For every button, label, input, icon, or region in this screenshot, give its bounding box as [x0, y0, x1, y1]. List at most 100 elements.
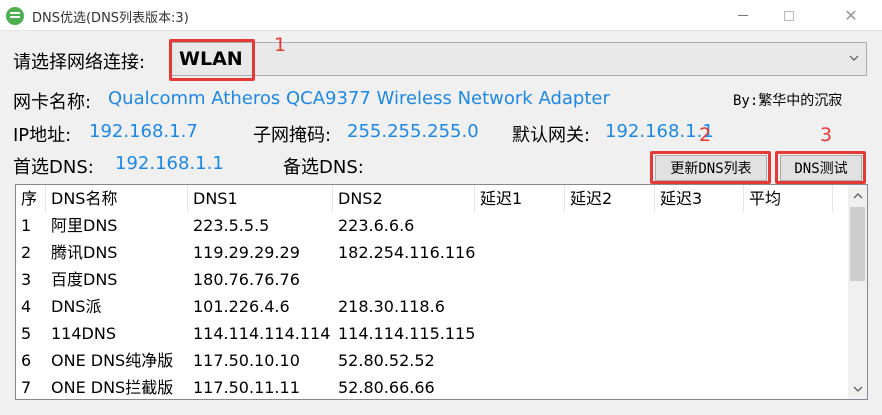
cell-dns2: 52.80.52.52: [338, 351, 435, 370]
table-row[interactable]: 2 腾讯DNS 119.29.29.29 182.254.116.116: [16, 239, 846, 266]
maximize-button[interactable]: [766, 0, 812, 31]
cell-dns2: 218.30.118.6: [338, 297, 445, 316]
cell-latency3: [655, 374, 744, 399]
cell-latency1: [475, 239, 565, 266]
cell-latency3: [655, 212, 744, 239]
cell-latency3: [655, 266, 744, 293]
title-bar: DNS优选(DNS列表版本:3) ✕: [0, 0, 882, 31]
vertical-scrollbar[interactable]: [848, 185, 867, 399]
cell-dns1: 180.76.76.76: [193, 270, 300, 289]
cell-dns1: 119.29.29.29: [193, 243, 300, 262]
scroll-down-button[interactable]: [848, 380, 867, 397]
list-header: 序 DNS名称 DNS1 DNS2 延迟1 延迟2 延迟3 平均: [16, 185, 846, 212]
table-row[interactable]: 7 ONE DNS拦截版 117.50.11.11 52.80.66.66: [16, 374, 846, 399]
cell-average: [744, 347, 833, 374]
connection-label: 请选择网络连接:: [13, 52, 146, 73]
cell-latency1: [475, 320, 565, 347]
cell-name: ONE DNS纯净版: [51, 351, 174, 370]
primary-dns-value: 192.168.1.1: [115, 153, 224, 174]
cell-name: 阿里DNS: [51, 216, 118, 235]
cell-dns1: 223.5.5.5: [193, 216, 270, 235]
table-row[interactable]: 6 ONE DNS纯净版 117.50.10.10 52.80.52.52: [16, 347, 846, 374]
annotation-box-1: [169, 39, 255, 81]
cell-latency2: [565, 347, 655, 374]
ip-label: IP地址:: [13, 125, 72, 146]
cell-latency1: [475, 266, 565, 293]
cell-latency2: [565, 239, 655, 266]
cell-latency3: [655, 320, 744, 347]
cell-dns1: 117.50.10.10: [193, 351, 300, 370]
cell-name: 腾讯DNS: [51, 243, 118, 262]
cell-name: 百度DNS: [51, 270, 118, 289]
cell-dns2: [333, 266, 475, 293]
cell-name: ONE DNS拦截版: [51, 378, 174, 397]
cell-average: [744, 293, 833, 320]
cell-latency3: [655, 293, 744, 320]
annotation-number-1: 1: [274, 34, 287, 56]
cell-average: [744, 239, 833, 266]
annotation-number-2: 2: [699, 124, 712, 146]
close-button[interactable]: ✕: [828, 0, 874, 31]
cell-average: [744, 212, 833, 239]
cell-latency1: [475, 347, 565, 374]
column-header-average[interactable]: 平均: [744, 185, 833, 212]
table-row[interactable]: 4 DNS派 101.226.4.6 218.30.118.6: [16, 293, 846, 320]
subnet-mask-value: 255.255.255.0: [347, 121, 479, 142]
cell-dns2: 52.80.66.66: [338, 378, 435, 397]
cell-dns2: 182.254.116.116: [338, 243, 475, 262]
cell-index: 2: [21, 243, 32, 262]
ip-value: 192.168.1.7: [89, 121, 198, 142]
cell-average: [744, 320, 833, 347]
dns-list[interactable]: 序 DNS名称 DNS1 DNS2 延迟1 延迟2 延迟3 平均 1 阿里DNS 2…: [15, 184, 868, 400]
column-header-dns1[interactable]: DNS1: [188, 185, 333, 212]
cell-latency1: [475, 374, 565, 399]
cell-index: 6: [21, 351, 32, 370]
cell-dns2: 223.6.6.6: [338, 216, 415, 235]
window-title: DNS优选(DNS列表版本:3): [32, 11, 189, 26]
column-header-latency3[interactable]: 延迟3: [655, 185, 744, 212]
primary-dns-label: 首选DNS:: [13, 157, 94, 178]
cell-index: 1: [21, 216, 32, 235]
adapter-label: 网卡名称:: [13, 92, 92, 113]
cell-latency1: [475, 293, 565, 320]
cell-latency1: [475, 212, 565, 239]
cell-latency3: [655, 239, 744, 266]
annotation-number-3: 3: [820, 124, 833, 146]
column-header-dns2[interactable]: DNS2: [333, 185, 475, 212]
minimize-button[interactable]: [720, 0, 766, 31]
maximize-icon: [784, 10, 794, 21]
cell-index: 5: [21, 324, 32, 343]
cell-latency2: [565, 320, 655, 347]
cell-index: 7: [21, 378, 32, 397]
cell-dns1: 101.226.4.6: [193, 297, 290, 316]
scroll-up-button[interactable]: [848, 187, 867, 204]
minimize-icon: [738, 15, 748, 16]
cell-latency2: [565, 212, 655, 239]
annotation-box-3: [775, 151, 866, 184]
cell-index: 4: [21, 297, 32, 316]
column-header-index[interactable]: 序: [16, 185, 46, 212]
table-row[interactable]: 5 114DNS 114.114.114.114 114.114.115.115: [16, 320, 846, 347]
secondary-dns-label: 备选DNS:: [283, 157, 364, 178]
column-header-latency2[interactable]: 延迟2: [565, 185, 655, 212]
cell-name: 114DNS: [51, 324, 116, 343]
chevron-up-icon: [853, 192, 862, 198]
cell-dns1: 117.50.11.11: [193, 378, 300, 397]
annotation-box-2: [650, 151, 771, 184]
close-icon: ✕: [844, 6, 858, 25]
cell-latency3: [655, 347, 744, 374]
gateway-label: 默认网关:: [512, 125, 591, 146]
column-header-latency1[interactable]: 延迟1: [475, 185, 565, 212]
cell-latency2: [565, 266, 655, 293]
cell-dns1: 114.114.114.114: [193, 324, 331, 343]
gateway-value: 192.168.1.1: [605, 121, 714, 142]
column-header-name[interactable]: DNS名称: [46, 185, 188, 212]
author-credit: By:繁华中的沉寂: [733, 93, 843, 109]
scrollbar-thumb[interactable]: [850, 207, 865, 281]
cell-average: [744, 266, 833, 293]
subnet-mask-label: 子网掩码:: [253, 125, 332, 146]
list-rows: 1 阿里DNS 223.5.5.5 223.6.6.6 2 腾讯DNS 119.29.29.…: [16, 212, 846, 399]
table-row[interactable]: 3 百度DNS 180.76.76.76: [16, 266, 846, 293]
table-row[interactable]: 1 阿里DNS 223.5.5.5 223.6.6.6: [16, 212, 846, 239]
cell-dns2: 114.114.115.115: [338, 324, 475, 343]
